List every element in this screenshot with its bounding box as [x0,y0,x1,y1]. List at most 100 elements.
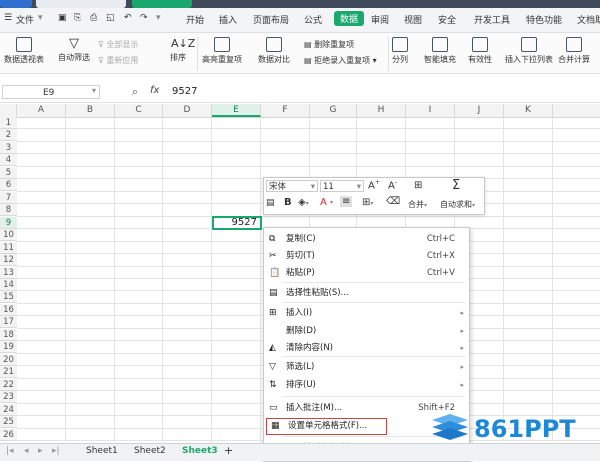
row-header-26[interactable]: 26 [0,428,17,441]
row-header-8[interactable]: 8 [0,204,17,217]
format-painter-icon[interactable]: ▤ [266,198,275,208]
menu-formula[interactable]: 公式 [304,13,322,26]
menu-page-layout[interactable]: 页面布局 [253,13,289,26]
menu-home[interactable]: 开始 [186,13,204,26]
print-icon[interactable]: ⎙ [90,13,97,23]
row-header-9[interactable]: 9 [0,216,17,229]
row-header-7[interactable]: 7 [0,191,17,204]
sheet-tab-1[interactable]: Sheet1 [86,446,118,456]
menu-review[interactable]: 审阅 [371,13,389,26]
row-header-18[interactable]: 18 [0,328,17,341]
context-item-4[interactable]: ⊞ 插入(I) ▸ [264,305,469,322]
row-header-20[interactable]: 20 [0,353,17,366]
row-header-16[interactable]: 16 [0,303,17,316]
merge-center-icon[interactable]: ⊞ [414,180,422,191]
highlight-duplicates-button[interactable]: 高亮重复项 [202,37,242,65]
context-item-7[interactable]: ▽ 筛选(L) ▸ [264,359,469,376]
clear-format-icon[interactable]: ⌫ [386,196,400,207]
show-all-button[interactable]: ⊽ 全部显示 [98,39,138,50]
next-sheet-icon[interactable]: ▸ [38,446,43,456]
autofilter-button[interactable]: ▽ 自动筛选 [58,37,90,63]
row-header-24[interactable]: 24 [0,403,17,416]
chevron-down-icon[interactable]: ▾ [38,13,43,23]
context-item-8[interactable]: ⇅ 排序(U) ▸ [264,377,469,394]
menu-features[interactable]: 特色功能 [526,13,562,26]
context-item-10[interactable]: ▦ 设置单元格格式(F)... [266,418,387,435]
row-header-10[interactable]: 10 [0,229,17,242]
add-sheet-icon[interactable]: + [224,444,233,457]
menu-view[interactable]: 视图 [404,13,422,26]
preview-icon[interactable]: ◱ [106,13,115,23]
doc-tab-1[interactable] [0,0,32,8]
quick-access-more-icon[interactable]: ▾ [156,13,161,23]
insert-dropdown-list-button[interactable]: 插入下拉列表 [505,37,553,65]
fx-icon[interactable]: fx [150,85,159,96]
menu-icon[interactable]: ☰ [4,13,12,23]
column-header-d[interactable]: D [163,104,212,117]
menu-developer[interactable]: 开发工具 [474,13,510,26]
autosum-button[interactable]: 自动求和▾ [440,199,475,210]
row-header-19[interactable]: 19 [0,341,17,354]
smart-fill-button[interactable]: 智能填充 [424,37,456,65]
menu-security[interactable]: 安全 [438,13,456,26]
menu-file[interactable]: 文件 [16,13,34,26]
row-header-22[interactable]: 22 [0,378,17,391]
name-box-chevron-icon[interactable]: ▾ [92,86,96,95]
row-header-2[interactable]: 2 [0,129,17,142]
row-header-23[interactable]: 23 [0,391,17,404]
menu-doc-assistant[interactable]: 文档助 [577,13,600,26]
merge-button[interactable]: 合并▾ [408,199,427,210]
bold-button[interactable]: B [284,197,292,208]
row-header-25[interactable]: 25 [0,416,17,429]
column-header-k[interactable]: K [504,104,553,117]
fill-color-icon[interactable]: ◈▾ [298,197,309,208]
sheet-tab-3[interactable]: Sheet3 [182,446,218,456]
reapply-button[interactable]: ⊽ 重新应用 [98,55,138,66]
select-all-corner[interactable] [0,104,17,117]
row-header-21[interactable]: 21 [0,366,17,379]
export-icon[interactable]: ⎘ [74,13,81,23]
sort-button[interactable]: A↓Z 排序 [170,37,195,63]
undo-icon[interactable]: ↶ [124,13,132,23]
row-header-4[interactable]: 4 [0,154,17,167]
row-header-6[interactable]: 6 [0,179,17,192]
row-header-1[interactable]: 1 [0,117,17,129]
formula-input[interactable]: 9527 [172,86,197,97]
decrease-font-icon[interactable]: A- [388,179,397,191]
name-box[interactable]: E9 [2,85,100,99]
context-item-6[interactable]: ◭ 清除内容(N) ▸ [264,340,469,357]
split-column-button[interactable]: 分列 [392,37,408,65]
zoom-search-icon[interactable]: ⌕ [132,85,138,99]
row-header-17[interactable]: 17 [0,316,17,329]
row-header-12[interactable]: 12 [0,254,17,267]
increase-font-icon[interactable]: A+ [368,179,380,191]
align-center-icon[interactable]: ≡ [340,196,353,207]
font-size-dropdown[interactable]: 11 ▾ [320,180,364,192]
selected-cell-e9[interactable]: 9527 [212,215,262,230]
column-header-e[interactable]: E [212,104,261,117]
font-name-dropdown[interactable]: 宋体 ▾ [266,180,318,192]
validity-button[interactable]: 有效性 [468,37,492,65]
row-header-3[interactable]: 3 [0,141,17,154]
font-color-button[interactable]: A [320,197,327,208]
last-sheet-icon[interactable]: ▸| [52,446,60,456]
row-header-15[interactable]: 15 [0,291,17,304]
column-header-c[interactable]: C [115,104,163,117]
column-header-h[interactable]: H [357,104,406,117]
row-header-14[interactable]: 14 [0,278,17,291]
merge-calc-button[interactable]: 合并计算 [558,37,590,65]
data-compare-button[interactable]: 数据对比 [258,37,290,65]
border-icon[interactable]: ⊞▾ [362,197,373,208]
doc-tab-2[interactable] [36,0,126,8]
row-header-11[interactable]: 11 [0,241,17,254]
reject-duplicates-button[interactable]: ▤ 拒绝录入重复项 ▾ [304,55,377,66]
first-sheet-icon[interactable]: |◂ [6,446,14,456]
menu-insert[interactable]: 插入 [219,13,237,26]
save-icon[interactable]: ▣ [58,13,67,23]
column-header-i[interactable]: I [406,104,455,117]
context-item-3[interactable]: ▤ 选择性粘贴(S)... [264,285,469,302]
font-color-chevron-icon[interactable]: ▾ [330,199,333,206]
context-item-2[interactable]: 📋 粘贴(P) Ctrl+V [264,265,469,282]
redo-icon[interactable]: ↷ [140,13,148,23]
row-header-5[interactable]: 5 [0,166,17,179]
